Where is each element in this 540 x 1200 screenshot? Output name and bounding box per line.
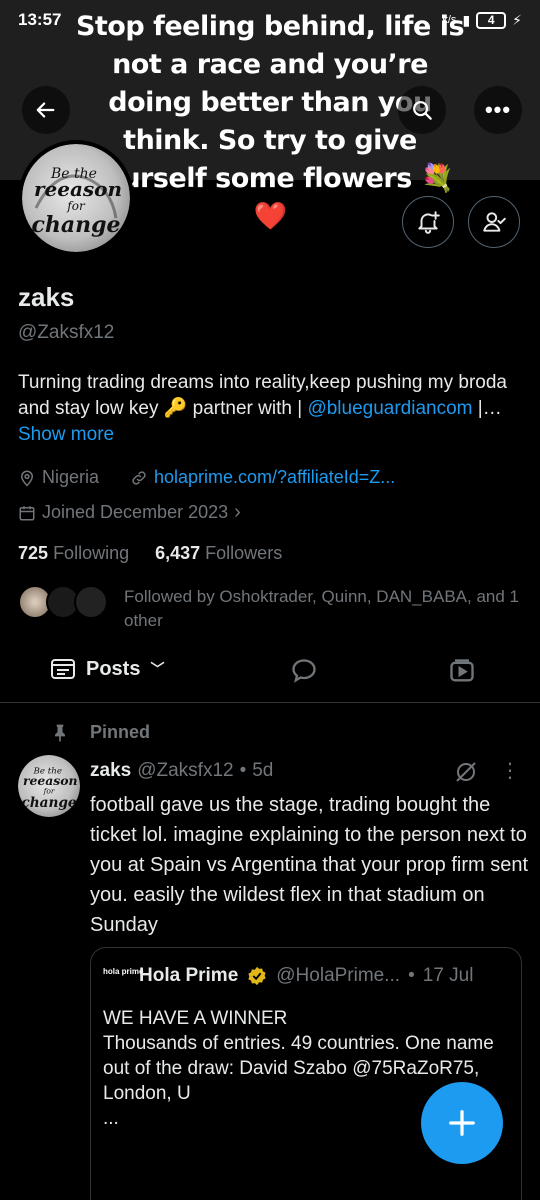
tab-replies[interactable] bbox=[290, 657, 318, 690]
search-button[interactable] bbox=[398, 86, 446, 134]
joined-text: Joined December 2023 bbox=[42, 502, 229, 522]
more-vertical-icon: ⋮ bbox=[500, 760, 520, 782]
chevron-right-icon: › bbox=[234, 501, 241, 523]
avatar bbox=[74, 585, 108, 619]
location-text: Nigeria bbox=[42, 467, 100, 487]
battery-icon: 4 bbox=[476, 11, 507, 29]
video-icon bbox=[450, 659, 474, 682]
notifications-button[interactable] bbox=[402, 196, 454, 248]
avatar-image: Be the reeason for change bbox=[22, 144, 130, 252]
quote-header: hola prime Hola Prime @HolaPrime... • 17… bbox=[103, 962, 509, 990]
post-author-name[interactable]: zaks bbox=[90, 760, 131, 782]
profile-joined[interactable]: Joined December 2023 › bbox=[18, 501, 241, 524]
svg-text:reeason: reeason bbox=[23, 773, 78, 788]
svg-text:change: change bbox=[31, 212, 120, 238]
location-pin-icon bbox=[20, 470, 34, 487]
post-text: football gave us the stage, trading boug… bbox=[90, 794, 529, 936]
svg-text:for: for bbox=[43, 786, 55, 795]
more-options-button[interactable]: ••• bbox=[474, 86, 522, 134]
followed-by-text: Followed by Oshoktrader, Quinn, DAN_BABA… bbox=[124, 587, 519, 630]
grok-icon bbox=[456, 762, 476, 782]
show-more-link[interactable]: Show more bbox=[18, 424, 114, 445]
pinned-label-row: Pinned bbox=[50, 722, 150, 743]
quote-date: 17 Jul bbox=[422, 965, 474, 986]
more-dots-icon: ••• bbox=[484, 97, 512, 122]
compose-post-button[interactable] bbox=[421, 1082, 503, 1164]
following-count: 725 bbox=[18, 543, 49, 563]
calendar-icon bbox=[19, 505, 35, 520]
bell-plus-icon bbox=[418, 211, 440, 234]
followed-by-row[interactable]: Followed by Oshoktrader, Quinn, DAN_BABA… bbox=[18, 585, 534, 633]
profile-location: Nigeria bbox=[18, 467, 99, 488]
tab-media[interactable] bbox=[448, 657, 476, 690]
follower-avatars bbox=[18, 585, 108, 619]
charging-icon: ⚡ bbox=[512, 11, 522, 28]
profile-handle: @Zaksfx12 bbox=[18, 322, 115, 343]
bio-mention-link[interactable]: @blueguardiancom bbox=[307, 398, 472, 419]
post-separator: • bbox=[239, 760, 247, 781]
post-author-avatar[interactable]: Be the reeason for change bbox=[18, 755, 80, 817]
followers-count-link[interactable]: 6,437 Followers bbox=[155, 543, 282, 564]
following-count-link[interactable]: 725 Following bbox=[18, 543, 129, 564]
avatar-logo: Be the reeason for change bbox=[31, 166, 122, 238]
hola-prime-logo-text: hola prime bbox=[103, 967, 144, 976]
followers-count: 6,437 bbox=[155, 543, 201, 563]
profile-bio: Turning trading dreams into reality,keep… bbox=[18, 370, 523, 448]
profile-website[interactable]: holaprime.com/?affiliateId=Z... bbox=[130, 467, 395, 488]
bio-ellipsis: |… bbox=[472, 398, 502, 419]
svg-text:reeason: reeason bbox=[34, 177, 122, 201]
post-author-handle[interactable]: @Zaksfx12 bbox=[137, 760, 233, 782]
post-more-button[interactable]: ⋮ bbox=[500, 758, 520, 783]
grok-button[interactable] bbox=[454, 760, 478, 789]
post-header: zaks @Zaksfx12 • 5d bbox=[90, 760, 273, 782]
tab-posts-label: Posts bbox=[86, 657, 141, 680]
avatar-image: Be the reeason for change bbox=[18, 755, 80, 817]
chevron-down-icon: ﹀ bbox=[150, 661, 165, 677]
quote-author-handle: @HolaPrime... bbox=[276, 965, 401, 986]
quote-text-line: WE HAVE A WINNER bbox=[103, 1008, 288, 1029]
link-icon bbox=[132, 470, 146, 485]
user-check-icon bbox=[483, 212, 506, 232]
reply-bubble-icon bbox=[292, 659, 316, 683]
following-button[interactable] bbox=[468, 196, 520, 248]
arrow-left-icon bbox=[36, 102, 55, 118]
plus-icon bbox=[449, 1110, 475, 1136]
battery-level: 4 bbox=[487, 13, 495, 27]
tab-posts[interactable]: Posts ﹀ bbox=[50, 657, 164, 681]
profile-tabs: Posts ﹀ bbox=[0, 645, 540, 703]
profile-avatar[interactable]: Be the reeason for change bbox=[18, 140, 134, 256]
quote-author-avatar: hola prime bbox=[103, 962, 143, 990]
search-icon bbox=[413, 101, 432, 120]
pinned-label: Pinned bbox=[90, 722, 151, 742]
post-age[interactable]: 5d bbox=[252, 760, 273, 782]
svg-text:change: change bbox=[21, 795, 76, 811]
followers-label: Followers bbox=[205, 543, 283, 563]
posts-list-icon bbox=[51, 659, 75, 679]
follow-counts: 725 Following 6,437 Followers bbox=[18, 543, 282, 564]
back-button[interactable] bbox=[22, 86, 70, 134]
status-time: 13:57 bbox=[18, 10, 62, 29]
profile-name: zaks bbox=[18, 282, 75, 312]
verified-badge-icon bbox=[248, 966, 266, 986]
quote-separator: • bbox=[408, 965, 415, 986]
quote-author-name: Hola Prime bbox=[139, 965, 239, 986]
pin-icon bbox=[55, 724, 65, 741]
website-text[interactable]: holaprime.com/?affiliateId=Z... bbox=[154, 467, 395, 488]
avatar-logo: Be the reeason for change bbox=[21, 767, 78, 811]
following-label: Following bbox=[53, 543, 130, 563]
svg-text:for: for bbox=[66, 199, 86, 213]
